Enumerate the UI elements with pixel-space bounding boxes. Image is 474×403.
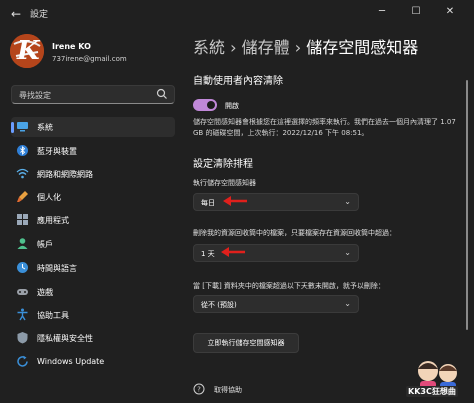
chevron-down-icon: ⌄ [344,197,351,206]
sidebar-item-label: 藍牙與裝置 [37,147,77,156]
breadcrumb: 系統 › 儲存體 › 儲存空間感知器 [193,34,418,58]
brush-icon [17,191,28,202]
toggle-state-label: 開啟 [225,102,239,110]
gamepad-icon [17,289,28,295]
watermark-text: KK3C狂想曲 [406,386,458,397]
monitor-icon [17,122,28,132]
dropdown-value: 從不 (預設) [201,301,237,309]
auto-cleanup-heading: 自動使用者內容清除 [193,76,283,87]
breadcrumb-separator: › [230,38,237,57]
sidebar-item-label: 帳戶 [37,240,53,249]
avatar[interactable]: K [10,34,44,68]
sidebar-item-label: 應用程式 [37,216,69,225]
sidebar-item-gaming[interactable]: 遊戲 [11,282,175,302]
recycle-bin-dropdown[interactable]: 1 天 ⌄ [193,244,359,262]
apps-icon [17,214,28,225]
red-arrow-icon [221,247,245,257]
sidebar-item-personalization[interactable]: 個人化 [11,187,175,207]
user-name: Irene KO [52,42,91,51]
breadcrumb-storage[interactable]: 儲存體 [242,38,290,57]
run-storage-sense-now-button[interactable]: 立即執行儲存空間感知器 [193,333,299,353]
sidebar-item-label: Windows Update [37,357,105,366]
page-title: 儲存空間感知器 [306,38,419,57]
accessibility-icon [17,308,28,321]
settings-window: ← 設定 ─ ☐ ✕ K Irene KO 737irene@gmail.com… [0,0,474,403]
dropdown-value: 每日 [201,199,215,207]
active-indicator [11,122,14,133]
sidebar-item-windows-update[interactable]: Windows Update [11,352,175,372]
sidebar-item-label: 網路和網際網路 [37,170,93,179]
scrollbar[interactable] [466,80,468,330]
sidebar-item-time-language[interactable]: 時間與語言 [11,258,175,278]
sidebar-item-accessibility[interactable]: 協助工具 [11,305,175,325]
schedule-heading: 設定清除排程 [193,159,253,170]
sidebar-item-label: 隱私權與安全性 [37,334,93,343]
sidebar-item-apps[interactable]: 應用程式 [11,210,175,230]
run-frequency-dropdown[interactable]: 每日 ⌄ [193,193,359,211]
close-icon[interactable]: ✕ [440,4,460,20]
avatar-letter: K [17,36,40,66]
sidebar-item-label: 協助工具 [37,311,69,320]
downloads-dropdown[interactable]: 從不 (預設) ⌄ [193,295,359,313]
search-input[interactable]: 尋找設定 [11,85,175,104]
sidebar-item-label: 遊戲 [37,288,53,297]
recycle-bin-label: 刪除我的資源回收筒中的檔案，只要檔案存在資源回收筒中超過： [193,229,396,237]
dropdown-value: 1 天 [201,250,215,258]
toggle-knob [207,101,215,109]
get-help-link[interactable]: 取得協助 [214,385,242,395]
search-placeholder: 尋找設定 [19,91,51,100]
bluetooth-icon [17,145,28,156]
app-title: 設定 [30,10,49,20]
search-icon [156,88,167,99]
auto-cleanup-toggle[interactable] [193,99,217,111]
title-bar: ← 設定 ─ ☐ ✕ [0,0,474,28]
minimize-icon[interactable]: ─ [372,4,392,20]
run-storage-sense-label: 執行儲存空間感知器 [193,179,256,187]
sidebar-item-label: 系統 [37,123,53,132]
chevron-down-icon: ⌄ [344,299,351,308]
sidebar-item-label: 個人化 [37,193,61,202]
breadcrumb-system[interactable]: 系統 [193,38,225,57]
breadcrumb-separator: › [294,38,302,57]
help-icon: ? [193,383,205,395]
globe-clock-icon [17,262,28,273]
maximize-icon[interactable]: ☐ [406,4,426,20]
sidebar-item-accounts[interactable]: 帳戶 [11,234,175,254]
sidebar-item-privacy[interactable]: 隱私權與安全性 [11,328,175,348]
sidebar-item-network[interactable]: 網路和網際網路 [11,164,175,184]
wifi-icon [16,168,29,179]
update-icon [17,355,28,367]
sidebar-item-system[interactable]: 系統 [11,117,175,137]
chevron-down-icon: ⌄ [344,248,351,257]
svg-text:?: ? [197,386,201,394]
sidebar-item-label: 時間與語言 [37,264,77,273]
shield-icon [17,332,28,344]
auto-cleanup-description: 儲存空間感知器會根據您在這裡選擇的頻率來執行。我們在過去一個月內清理了 1.07… [193,118,456,137]
person-icon [17,238,28,249]
back-arrow-icon[interactable]: ← [8,6,24,22]
user-email: 737irene@gmail.com [52,55,127,63]
red-arrow-icon [223,196,247,206]
sidebar-item-bluetooth[interactable]: 藍牙與裝置 [11,141,175,161]
downloads-label: 當 [下載] 資料夾中的檔案超過以下天數未開啟，就予以刪除： [193,282,385,290]
